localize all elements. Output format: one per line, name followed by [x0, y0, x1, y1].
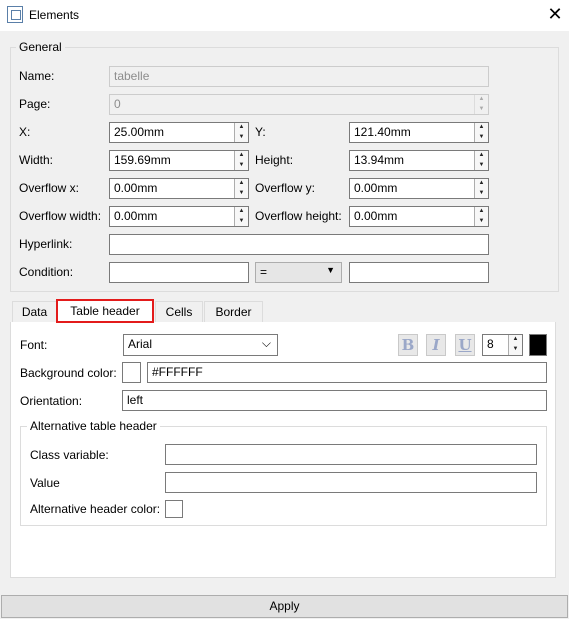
font-size-spinner[interactable]: ▲ ▼ [508, 335, 522, 355]
width-spinner[interactable]: ▲ ▼ [234, 151, 248, 170]
overflow-y-label: Overflow y: [255, 181, 316, 195]
spin-down-icon[interactable]: ▼ [475, 217, 488, 227]
page-spinner[interactable]: ▲ ▼ [474, 95, 488, 114]
overflow-x-label: Overflow x: [19, 181, 80, 195]
condition-right-field[interactable] [349, 262, 489, 283]
overflow-height-field[interactable]: 0.00mm ▲ ▼ [349, 206, 489, 227]
close-icon[interactable]: ✕ [545, 3, 565, 25]
page-label: Page: [19, 97, 51, 111]
overflow-width-spinner[interactable]: ▲ ▼ [234, 207, 248, 226]
spin-up-icon[interactable]: ▲ [475, 151, 488, 161]
spin-down-icon[interactable]: ▼ [475, 105, 488, 115]
spin-down-icon[interactable]: ▼ [475, 189, 488, 199]
condition-left-field[interactable] [109, 262, 249, 283]
class-variable-label: Class variable: [30, 448, 109, 462]
width-label: Width: [19, 153, 54, 167]
font-select-value: Arial [128, 337, 153, 351]
font-select[interactable]: Arial ⌵ [123, 334, 278, 356]
window-title: Elements [29, 8, 80, 22]
overflow-y-value: 0.00mm [354, 181, 398, 195]
spin-down-icon[interactable]: ▼ [235, 217, 248, 227]
condition-label: Condition: [19, 265, 74, 279]
overflow-y-spinner[interactable]: ▲ ▼ [474, 179, 488, 198]
overflow-x-value: 0.00mm [114, 181, 158, 195]
overflow-width-value: 0.00mm [114, 209, 158, 223]
orientation-field[interactable]: left [122, 390, 547, 411]
overflow-y-field[interactable]: 0.00mm ▲ ▼ [349, 178, 489, 199]
overflow-height-value: 0.00mm [354, 209, 398, 223]
general-group-label: General [16, 40, 65, 54]
condition-operator-value: = [260, 265, 268, 279]
class-variable-field[interactable] [165, 444, 537, 465]
y-value: 121.40mm [354, 125, 411, 139]
y-spinner[interactable]: ▲ ▼ [474, 123, 488, 142]
spin-up-icon[interactable]: ▲ [509, 335, 522, 345]
background-color-swatch[interactable] [122, 362, 141, 383]
background-color-field[interactable]: #FFFFFF [147, 362, 547, 383]
tab-border[interactable]: Border [204, 301, 263, 323]
height-label: Height: [255, 153, 294, 167]
height-field[interactable]: 13.94mm ▲ ▼ [349, 150, 489, 171]
width-field[interactable]: 159.69mm ▲ ▼ [109, 150, 249, 171]
overflow-width-field[interactable]: 0.00mm ▲ ▼ [109, 206, 249, 227]
y-label: Y: [255, 125, 266, 139]
orientation-label: Orientation: [20, 394, 83, 408]
spin-down-icon[interactable]: ▼ [235, 189, 248, 199]
name-field[interactable]: tabelle [109, 66, 489, 87]
hyperlink-field[interactable] [109, 234, 489, 255]
alternative-header-color-swatch[interactable] [165, 500, 183, 518]
overflow-width-label: Overflow width: [19, 209, 102, 223]
page-field[interactable]: 0 ▲ ▼ [109, 94, 489, 115]
alternative-header-group-label: Alternative table header [27, 419, 160, 433]
spin-up-icon[interactable]: ▲ [235, 207, 248, 217]
hyperlink-label: Hyperlink: [19, 237, 73, 251]
background-color-label: Background color: [20, 366, 117, 380]
x-label: X: [19, 125, 31, 139]
font-size-field[interactable]: 8 ▲ ▼ [482, 334, 523, 356]
spin-down-icon[interactable]: ▼ [475, 161, 488, 171]
spin-up-icon[interactable]: ▲ [475, 95, 488, 105]
overflow-x-spinner[interactable]: ▲ ▼ [234, 179, 248, 198]
height-spinner[interactable]: ▲ ▼ [474, 151, 488, 170]
tab-data[interactable]: Data [12, 301, 57, 323]
alternative-header-color-label: Alternative header color: [30, 502, 161, 516]
spin-down-icon[interactable]: ▼ [475, 133, 488, 143]
font-color-swatch[interactable] [529, 334, 547, 356]
bold-button[interactable]: B [398, 334, 418, 356]
chevron-down-icon: ▼ [326, 265, 335, 275]
title-bar [0, 0, 569, 31]
tab-cells[interactable]: Cells [155, 301, 203, 323]
page-value: 0 [114, 97, 121, 111]
name-label: Name: [19, 69, 55, 83]
overflow-x-field[interactable]: 0.00mm ▲ ▼ [109, 178, 249, 199]
x-value: 25.00mm [114, 125, 165, 139]
apply-button[interactable]: Apply [1, 595, 568, 618]
chevron-down-icon: ⌵ [261, 336, 271, 350]
value-field[interactable] [165, 472, 537, 493]
spin-up-icon[interactable]: ▲ [235, 151, 248, 161]
spin-up-icon[interactable]: ▲ [475, 207, 488, 217]
spin-up-icon[interactable]: ▲ [475, 123, 488, 133]
x-field[interactable]: 25.00mm ▲ ▼ [109, 122, 249, 143]
spin-up-icon[interactable]: ▲ [475, 179, 488, 189]
y-field[interactable]: 121.40mm ▲ ▼ [349, 122, 489, 143]
italic-button[interactable]: I [426, 334, 446, 356]
height-value: 13.94mm [354, 153, 405, 167]
spin-up-icon[interactable]: ▲ [235, 123, 248, 133]
spin-up-icon[interactable]: ▲ [235, 179, 248, 189]
value-label: Value [30, 476, 60, 490]
window-app-icon [7, 6, 23, 23]
spin-down-icon[interactable]: ▼ [235, 133, 248, 143]
spin-down-icon[interactable]: ▼ [235, 161, 248, 171]
spin-down-icon[interactable]: ▼ [509, 345, 522, 355]
font-label: Font: [20, 338, 48, 352]
overflow-height-label: Overflow height: [255, 209, 342, 223]
underline-button[interactable]: U [455, 334, 475, 356]
overflow-height-spinner[interactable]: ▲ ▼ [474, 207, 488, 226]
width-value: 159.69mm [114, 153, 171, 167]
tab-table-header[interactable]: Table header [56, 299, 154, 323]
x-spinner[interactable]: ▲ ▼ [234, 123, 248, 142]
condition-operator-select[interactable]: = ▼ [255, 262, 342, 283]
font-size-value: 8 [487, 337, 494, 351]
